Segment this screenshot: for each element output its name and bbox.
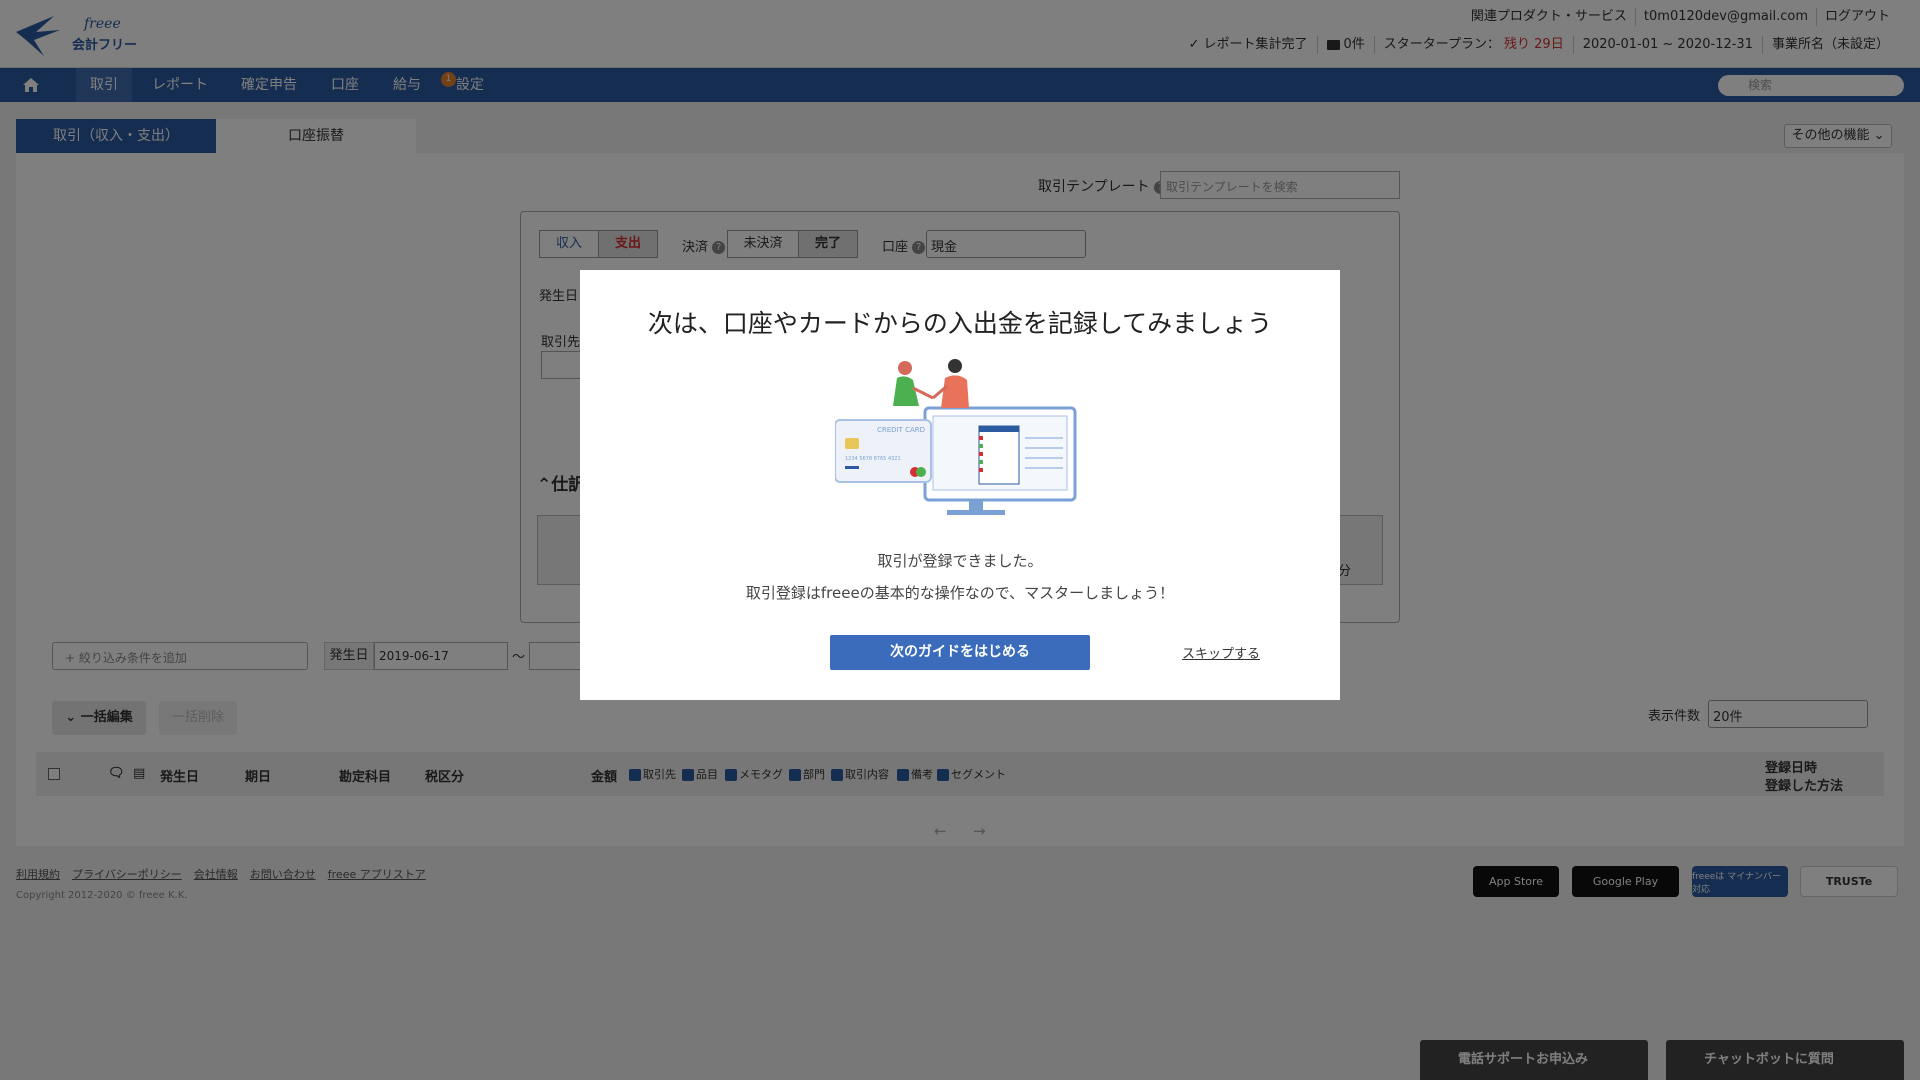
- skip-link[interactable]: スキップする: [1182, 643, 1260, 662]
- guide-modal: 次は、口座やカードからの入出金を記録してみましょう CREDIT CARD 12…: [580, 270, 1340, 700]
- modal-message-2: 取引登録はfreeeの基本的な操作なので、マスターしましょう！: [745, 584, 1175, 602]
- illus-card-number: 1234 5678 8765 4321: [845, 456, 901, 462]
- modal-message-1: 取引が登録できました。: [877, 552, 1043, 570]
- handshake-card-illustration: CREDIT CARD 1234 5678 8765 4321: [835, 359, 1077, 515]
- modal-title: 次は、口座やカードからの入出金を記録してみましょう: [647, 309, 1273, 338]
- start-next-guide-button[interactable]: 次のガイドをはじめる: [830, 635, 1090, 670]
- illus-card-label: CREDIT CARD: [877, 426, 925, 434]
